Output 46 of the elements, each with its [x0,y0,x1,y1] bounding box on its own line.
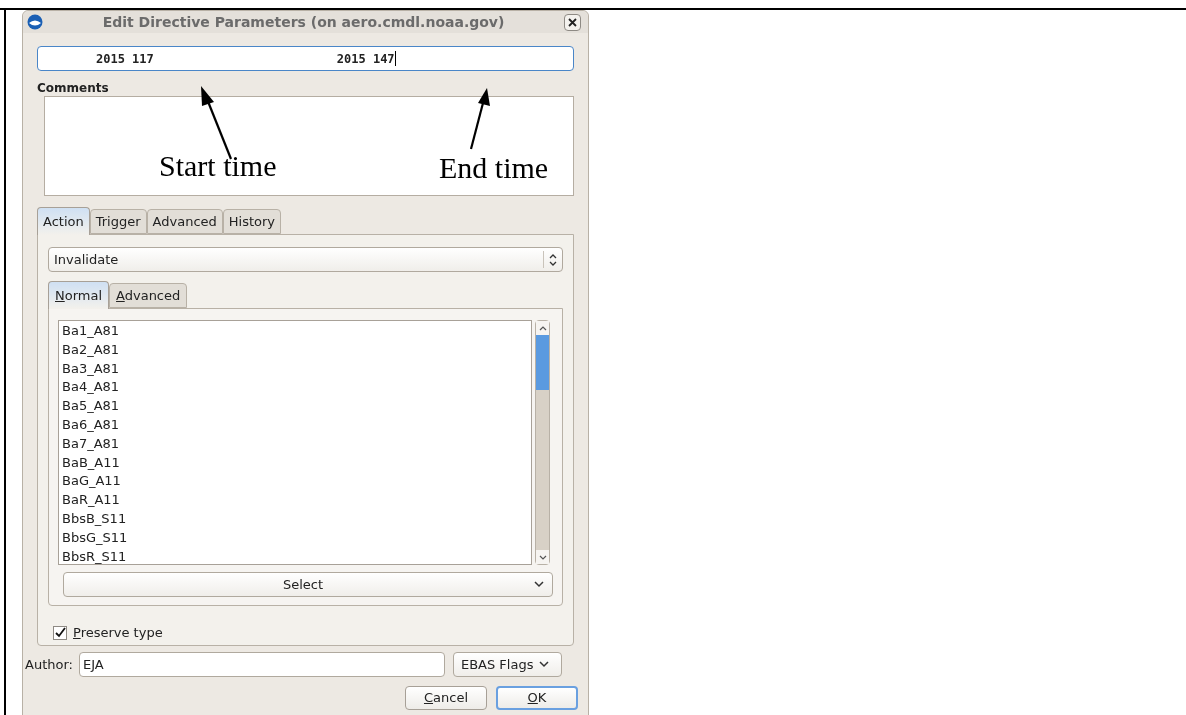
chevron-down-icon [534,581,544,588]
tab[interactable]: Action [37,207,90,235]
list-item[interactable]: Ba6_A81 [59,416,531,435]
annotation-label: End time [439,151,549,185]
checkmark-icon [54,627,66,639]
list-item[interactable]: Ba3_A81 [59,359,531,379]
list-item[interactable]: BbsB_S11 [59,509,531,529]
list-item[interactable]: BaG_A11 [59,472,531,492]
window-title: Edit Directive Parameters (on aero.cmdl.noaa.gov) [101,12,506,32]
up-down-chevron-icon [549,253,557,266]
list-item[interactable]: BaR_A11 [59,491,531,510]
dialog-button[interactable]: OK [496,686,578,710]
checkbox-label[interactable]: Preserve type [73,623,163,643]
list-item[interactable]: Ba1_A81 [59,322,531,341]
flag-format-dropdown[interactable]: EBAS Flags [452,652,562,677]
scroll-up-icon [538,325,547,331]
arrow [467,87,493,151]
list-item[interactable]: BbsG_S11 [59,528,531,548]
list-item[interactable]: Ba4_A81 [59,378,531,398]
annotation-label: Start time [159,149,277,183]
chevron-down-icon [539,661,550,668]
list-item[interactable]: BaB_A11 [59,453,531,473]
list-item[interactable]: Ba2_A81 [59,340,531,360]
author-field[interactable]: EJA [78,652,445,677]
comments-field[interactable] [44,96,574,196]
select-dropdown[interactable]: Select [63,572,553,597]
close-button[interactable] [564,13,581,31]
list-item[interactable]: Ba5_A81 [59,397,531,416]
scroll-down-icon [538,554,547,560]
subtab[interactable]: Advanced [109,283,188,308]
scroll-thumb[interactable] [536,335,549,390]
close-icon [568,17,577,27]
globe-logo-icon [27,14,43,30]
tab[interactable]: Trigger [89,209,147,234]
tab[interactable]: History [222,209,282,234]
dialog-button[interactable]: Cancel [405,686,487,710]
action-dropdown[interactable]: Invalidate [48,247,563,272]
checkbox[interactable] [53,625,67,640]
tab[interactable]: Advanced [146,209,223,234]
list-item[interactable]: Ba7_A81 [59,434,531,454]
list-item[interactable]: BbsR_S11 [59,547,531,564]
subtab[interactable]: Normal [48,281,110,309]
comments-label: Comments [37,81,110,95]
author-label: Author: [25,655,73,674]
scrollbar[interactable] [535,320,550,565]
time-range-field[interactable]: 2015 117 2015 147 [37,46,574,71]
